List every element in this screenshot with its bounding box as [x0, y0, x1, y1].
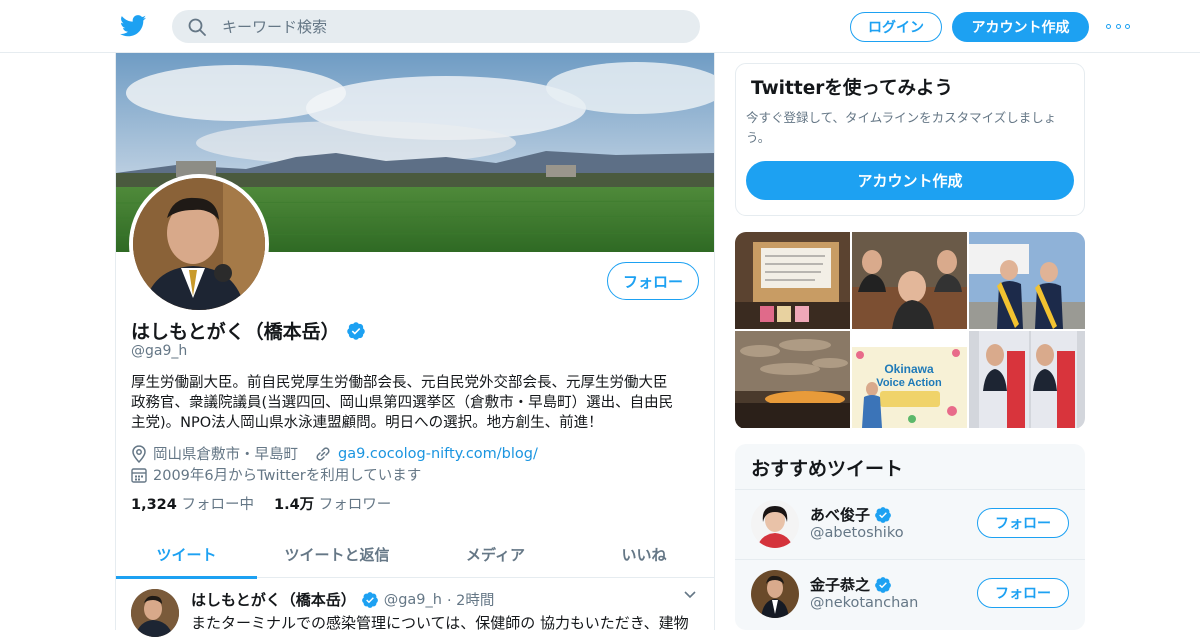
followers-label: フォロワー — [318, 497, 392, 513]
recommended-accounts: おすすめツイート あべ俊子 @abetoshiko フォロー 金子恭之 @nek… — [735, 444, 1085, 630]
avatar-photo — [751, 500, 799, 548]
verified-badge-icon — [875, 576, 891, 593]
tweet-author-name[interactable]: はしもとがく（橋本岳） — [191, 589, 356, 610]
search-box — [172, 10, 700, 43]
following-count: 1,324 — [131, 497, 177, 513]
media-thumbnail[interactable]: Okinawa Voice Action — [852, 331, 967, 428]
profile-avatar[interactable] — [129, 174, 269, 314]
followers-count: 1.4万 — [273, 497, 315, 513]
media-grid: Okinawa Voice Action — [735, 232, 1085, 429]
verified-badge-icon — [361, 591, 378, 608]
recommended-account-row[interactable]: あべ俊子 @abetoshiko フォロー — [735, 489, 1085, 558]
search-icon — [188, 18, 206, 36]
tab-tweets-and-replies[interactable]: ツイートと返信 — [257, 530, 417, 578]
poster-title-line1: Okinawa — [884, 362, 934, 376]
media-thumbnail[interactable] — [969, 331, 1085, 428]
verified-badge-icon — [875, 506, 891, 523]
tab-tweets[interactable]: ツイート — [116, 530, 257, 579]
bio-line: 主党)。NPO法人岡山県水泳連盟顧問。明日への選択。地方創生、前進！ — [131, 415, 603, 431]
profile-column: フォロー はしもとがく（橋本岳） @ga9_h 厚生労働副大臣。前自民党厚生労働… — [115, 53, 715, 637]
following-stat[interactable]: 1,324 フォロー中 — [131, 493, 254, 514]
signup-card: Twitterを使ってみよう 今すぐ登録して、タイムラインをカスタマイズしましょ… — [735, 63, 1085, 216]
login-button[interactable]: ログイン — [850, 12, 942, 42]
profile-name-text: はしもとがく（橋本岳） — [131, 321, 340, 343]
media-photo — [735, 232, 850, 329]
profile-url-link[interactable]: ga9.cocolog-nifty.com/blog/ — [338, 446, 538, 462]
media-thumbnail[interactable] — [735, 331, 850, 428]
profile-handle: @ga9_h — [131, 343, 188, 359]
calendar-icon — [131, 467, 147, 483]
recommended-name-text: 金子恭之 — [810, 576, 871, 594]
tweet-time[interactable]: · 2時間 — [447, 589, 494, 610]
recommended-avatar[interactable] — [751, 570, 799, 618]
signup-button[interactable]: アカウント作成 — [952, 12, 1089, 42]
follow-button[interactable]: フォロー — [607, 262, 699, 300]
profile-name: はしもとがく（橋本岳） — [131, 317, 366, 344]
bio-line: 厚生労働副大臣。前自民党厚生労働部会長、元自民党外交部会長、元厚生労働大臣 — [131, 375, 668, 391]
media-photo — [969, 232, 1085, 329]
recommended-name[interactable]: あべ俊子 — [810, 504, 892, 525]
bio-line: 政務官、衆議院議員(当選四回、岡山県第四選挙区（倉敷市・早島町）選出、自由民 — [131, 395, 674, 411]
avatar-photo — [751, 570, 799, 618]
recommended-avatar[interactable] — [751, 500, 799, 548]
tab-media[interactable]: メディア — [417, 530, 574, 578]
media-thumbnail[interactable] — [735, 232, 850, 329]
recommended-name[interactable]: 金子恭之 — [810, 574, 892, 595]
verified-badge-icon — [346, 321, 365, 340]
following-label: フォロー中 — [181, 497, 254, 513]
search-input[interactable] — [222, 10, 682, 43]
tab-likes[interactable]: いいね — [574, 530, 714, 578]
profile-stats: 1,324 フォロー中 1.4万 フォロワー — [131, 493, 391, 514]
profile-meta-row: 岡山県倉敷市・早島町 ga9.cocolog-nifty.com/blog/ — [131, 443, 538, 464]
tweet-item[interactable]: はしもとがく（橋本岳） @ga9_h · 2時間 またターミナルでの感染管理につ… — [116, 579, 714, 639]
media-thumbnail[interactable] — [852, 232, 967, 329]
media-photo — [969, 331, 1085, 428]
avatar-photo — [133, 178, 265, 310]
profile-joined: 2009年6月からTwitterを利用しています — [153, 468, 422, 484]
recommended-account-row[interactable]: 金子恭之 @nekotanchan フォロー — [735, 559, 1085, 628]
profile-tabs: ツイート ツイートと返信 メディア いいね — [116, 530, 714, 579]
followers-stat[interactable]: 1.4万 フォロワー — [274, 493, 391, 514]
media-thumbnail[interactable] — [969, 232, 1085, 329]
recommended-title: おすすめツイート — [751, 458, 904, 480]
follow-button[interactable]: フォロー — [977, 578, 1069, 608]
link-icon — [316, 446, 330, 461]
signup-card-button[interactable]: アカウント作成 — [746, 161, 1074, 200]
tweet-header: はしもとがく（橋本岳） @ga9_h · 2時間 — [191, 589, 494, 610]
chevron-down-icon[interactable] — [684, 591, 696, 599]
media-photo — [735, 331, 850, 428]
profile-joined-row: 2009年6月からTwitterを利用しています — [131, 464, 421, 485]
top-bar: ログイン アカウント作成 — [0, 0, 1200, 53]
follow-button[interactable]: フォロー — [977, 508, 1069, 538]
media-photo — [852, 232, 967, 329]
signup-card-description: 今すぐ登録して、タイムラインをカスタマイズしましょう。 — [746, 110, 1057, 145]
signup-card-title: Twitterを使ってみよう — [751, 78, 953, 99]
media-poster: Okinawa Voice Action — [852, 331, 967, 428]
profile-bio: 厚生労働副大臣。前自民党厚生労働部会長、元自民党外交部会長、元厚生労働大臣 政務… — [131, 373, 701, 433]
recommended-handle: @nekotanchan — [810, 595, 919, 611]
more-options-icon[interactable] — [1106, 17, 1130, 35]
recommended-handle: @abetoshiko — [810, 525, 904, 541]
poster-title-line2: Voice Action — [876, 377, 942, 389]
recommended-name-text: あべ俊子 — [810, 506, 871, 524]
profile-location: 岡山県倉敷市・早島町 — [153, 447, 298, 463]
location-icon — [132, 444, 146, 463]
twitter-bird-icon[interactable] — [120, 14, 146, 38]
tweet-author-handle[interactable]: @ga9_h — [384, 592, 442, 608]
